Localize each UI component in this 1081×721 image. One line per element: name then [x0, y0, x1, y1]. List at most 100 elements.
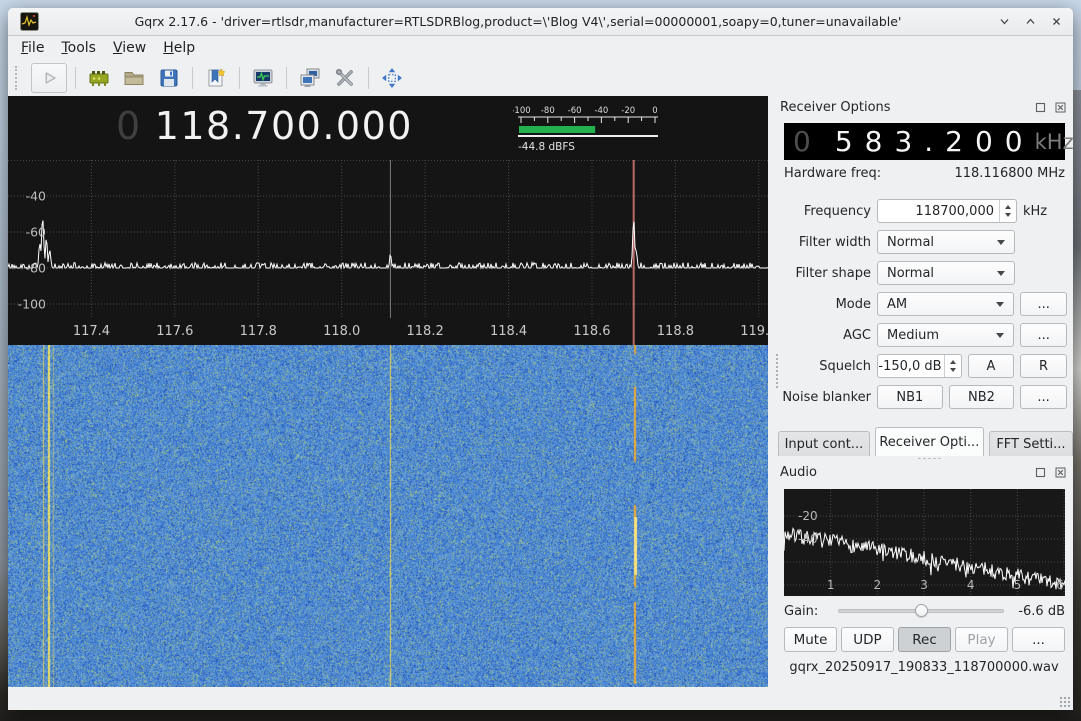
frequency-label: Frequency — [779, 204, 871, 219]
filter-width-label: Filter width — [779, 235, 871, 250]
filter-shape-value: Normal — [887, 266, 934, 281]
audio-options-button[interactable]: ... — [1012, 627, 1065, 652]
gqrx-window: Gqrx 2.17.6 - 'driver=rtlsdr,manufacture… — [8, 8, 1073, 710]
panel-splitter-handle[interactable] — [917, 457, 943, 460]
receiver-options-header[interactable]: Receiver Options — [780, 99, 1066, 116]
audio-x-tick: 3 — [920, 578, 928, 592]
spin-up-icon — [1005, 205, 1011, 209]
audio-y-tick: -20 — [798, 509, 818, 523]
toolbar — [8, 60, 1073, 96]
tab-input-controls[interactable]: Input cont... — [778, 431, 870, 456]
close-panel-icon[interactable] — [1055, 467, 1066, 478]
receiver-form: Frequency 118700,000 kHz Filter width No… — [779, 199, 1067, 416]
close-icon[interactable] — [1049, 15, 1063, 29]
play-button[interactable]: Play — [955, 627, 1008, 652]
spinbox-arrows[interactable] — [944, 355, 961, 377]
frequency-digits[interactable]: 118.700.000 — [155, 103, 413, 149]
frequency-unit: kHz — [1023, 204, 1047, 219]
window-controls — [997, 15, 1063, 29]
menu-tools[interactable]: Tools — [61, 40, 96, 56]
squelch-auto-button[interactable]: A — [968, 354, 1014, 378]
hardware-freq-value: 118.116800 MHz — [954, 166, 1065, 181]
squelch-reset-button[interactable]: R — [1020, 354, 1067, 378]
spectrum-x-tick: 117.4 — [73, 324, 110, 339]
spectrum-y-tick: -40 — [26, 189, 46, 204]
lcd-frequency-display[interactable]: 0 583.200 kHz — [784, 123, 1065, 160]
close-panel-icon[interactable] — [1055, 102, 1066, 113]
titlebar[interactable]: Gqrx 2.17.6 - 'driver=rtlsdr,manufacture… — [8, 8, 1073, 36]
save-button[interactable] — [154, 63, 184, 93]
resize-grip[interactable] — [1059, 696, 1070, 707]
expand-arrows-icon — [380, 66, 404, 90]
audio-panel-header[interactable]: Audio — [780, 464, 1066, 481]
lcd-digits[interactable]: 583.200 — [835, 125, 1035, 158]
mode-options-button[interactable]: ... — [1020, 292, 1067, 316]
audio-x-tick: 2 — [874, 578, 882, 592]
float-panel-icon[interactable] — [1035, 102, 1046, 113]
menu-file[interactable]: File — [21, 40, 44, 56]
tuned-frequency-display[interactable]: 0 118.700.000 — [116, 103, 413, 149]
nb1-button[interactable]: NB1 — [877, 385, 943, 409]
mode-row: Mode AM ... — [779, 292, 1067, 316]
audio-x-tick: 4 — [967, 578, 975, 592]
toolbar-drag-handle[interactable] — [15, 66, 23, 90]
agc-select[interactable]: Medium — [877, 323, 1014, 347]
agc-value: Medium — [887, 328, 939, 343]
frequency-spinbox[interactable]: 118700,000 — [877, 199, 1017, 223]
dsp-window-button[interactable] — [248, 63, 278, 93]
spectrum-x-tick: 118.0 — [323, 324, 360, 339]
mute-button[interactable]: Mute — [784, 627, 837, 652]
app-icon — [20, 12, 39, 31]
lcd-unit: kHz — [1035, 130, 1074, 154]
spin-down-icon — [1005, 213, 1011, 217]
filter-shape-select[interactable]: Normal — [877, 261, 1015, 285]
spectrum-y-tick: -60 — [26, 225, 46, 240]
hardware-freq-label: Hardware freq: — [784, 166, 881, 181]
spectrum-x-tick: 119.0 — [740, 324, 768, 339]
remote-control-button[interactable] — [295, 63, 325, 93]
open-button[interactable] — [119, 63, 149, 93]
menubar: File Tools View Help — [8, 36, 1073, 60]
configure-io-button[interactable] — [84, 63, 114, 93]
agc-options-button[interactable]: ... — [1020, 323, 1067, 347]
bookmarks-button[interactable] — [201, 63, 231, 93]
rec-button[interactable]: Rec — [898, 627, 951, 652]
start-dsp-button[interactable] — [31, 63, 67, 93]
mode-select[interactable]: AM — [877, 292, 1014, 316]
menu-view[interactable]: View — [113, 40, 146, 56]
spinbox-arrows[interactable] — [999, 200, 1016, 222]
gain-slider[interactable] — [838, 602, 1004, 620]
meter-level-bar — [519, 126, 595, 133]
filter-width-select[interactable]: Normal — [877, 230, 1015, 254]
minimize-icon[interactable] — [997, 15, 1011, 29]
floppy-icon — [157, 66, 181, 90]
monitor-wave-icon — [251, 66, 275, 90]
recording-filename: gqrx_20250917_190833_118700000.wav — [775, 660, 1073, 675]
audio-spectrum-plot[interactable]: -20-40123456 — [784, 489, 1065, 596]
frequency-display-panel[interactable]: 0 118.700.000 -100-80-60-40-200-44.8 dBF… — [8, 96, 768, 160]
chevron-down-icon — [996, 302, 1004, 307]
filter-shape-row: Filter shape Normal — [779, 261, 1067, 285]
squelch-value[interactable]: -150,0 dB — [878, 359, 944, 374]
float-panel-icon[interactable] — [1035, 467, 1046, 478]
nb2-button[interactable]: NB2 — [949, 385, 1015, 409]
udp-button[interactable]: UDP — [841, 627, 894, 652]
frequency-value[interactable]: 118700,000 — [878, 204, 999, 219]
play-icon — [38, 67, 60, 89]
fullscreen-button[interactable] — [377, 63, 407, 93]
slider-handle[interactable] — [915, 604, 928, 617]
waterfall-display[interactable] — [8, 345, 768, 687]
tab-fft-settings[interactable]: FFT Setti... — [989, 431, 1073, 456]
maximize-icon[interactable] — [1023, 15, 1037, 29]
tab-receiver-options[interactable]: Receiver Opti... — [875, 427, 984, 456]
squelch-spinbox[interactable]: -150,0 dB — [877, 354, 962, 378]
spectrum-plot[interactable]: -40-60-80-100117.4117.6117.8118.0118.211… — [8, 160, 768, 345]
menu-help[interactable]: Help — [163, 40, 195, 56]
gain-row: Gain: -6.6 dB — [784, 602, 1065, 620]
receiver-options-title: Receiver Options — [780, 100, 891, 115]
chevron-down-icon — [997, 240, 1005, 245]
toolbar-separator — [75, 67, 76, 89]
noise-blanker-options-button[interactable]: ... — [1020, 385, 1067, 409]
settings-button[interactable] — [330, 63, 360, 93]
tools-icon — [333, 66, 357, 90]
